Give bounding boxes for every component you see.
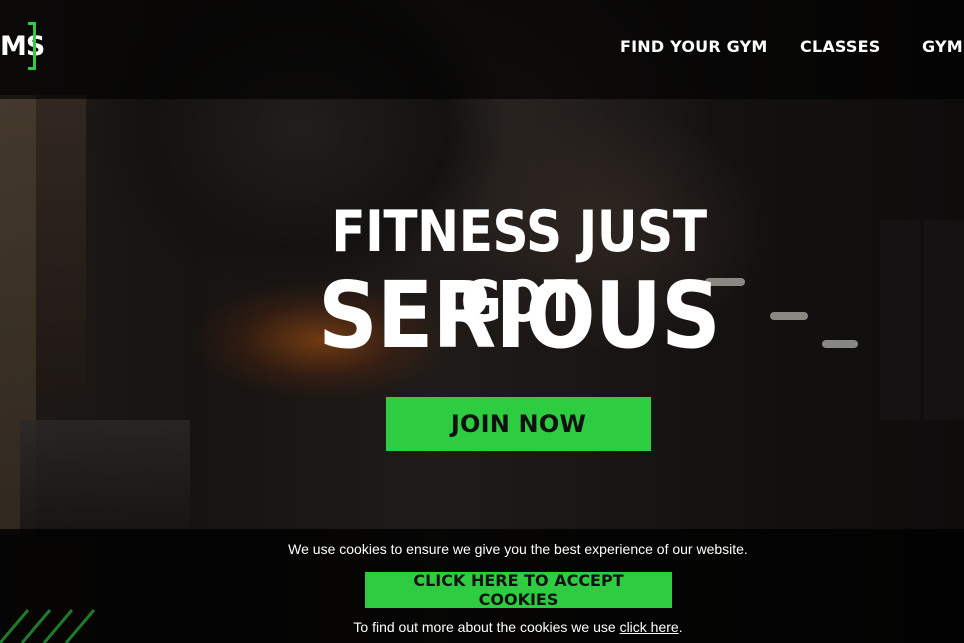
cookie-message: We use cookies to ensure we give you the… xyxy=(288,541,748,557)
logo-bracket-icon xyxy=(28,22,36,70)
cookie-more-info: To find out more about the cookies we us… xyxy=(0,619,964,635)
accept-cookies-button[interactable]: CLICK HERE TO ACCEPT COOKIES xyxy=(365,571,672,609)
decorative-stripes-icon xyxy=(0,609,96,643)
logo-text: MS xyxy=(0,31,45,62)
hero-headline-line2: SERIOUS xyxy=(318,262,721,369)
nav-classes[interactable]: CLASSES xyxy=(800,37,881,56)
nav-gym[interactable]: GYM xyxy=(922,37,963,56)
top-navigation-bar: MS FIND YOUR GYM CLASSES GYM xyxy=(0,0,964,99)
join-now-button[interactable]: JOIN NOW xyxy=(386,397,651,451)
cookie-more-suffix: . xyxy=(678,619,683,635)
cookie-more-prefix: To find out more about the cookies we us… xyxy=(353,619,620,635)
nav-find-your-gym[interactable]: FIND YOUR GYM xyxy=(620,37,768,56)
site-logo[interactable]: MS xyxy=(0,22,45,74)
cookie-policy-link[interactable]: click here xyxy=(620,619,679,635)
